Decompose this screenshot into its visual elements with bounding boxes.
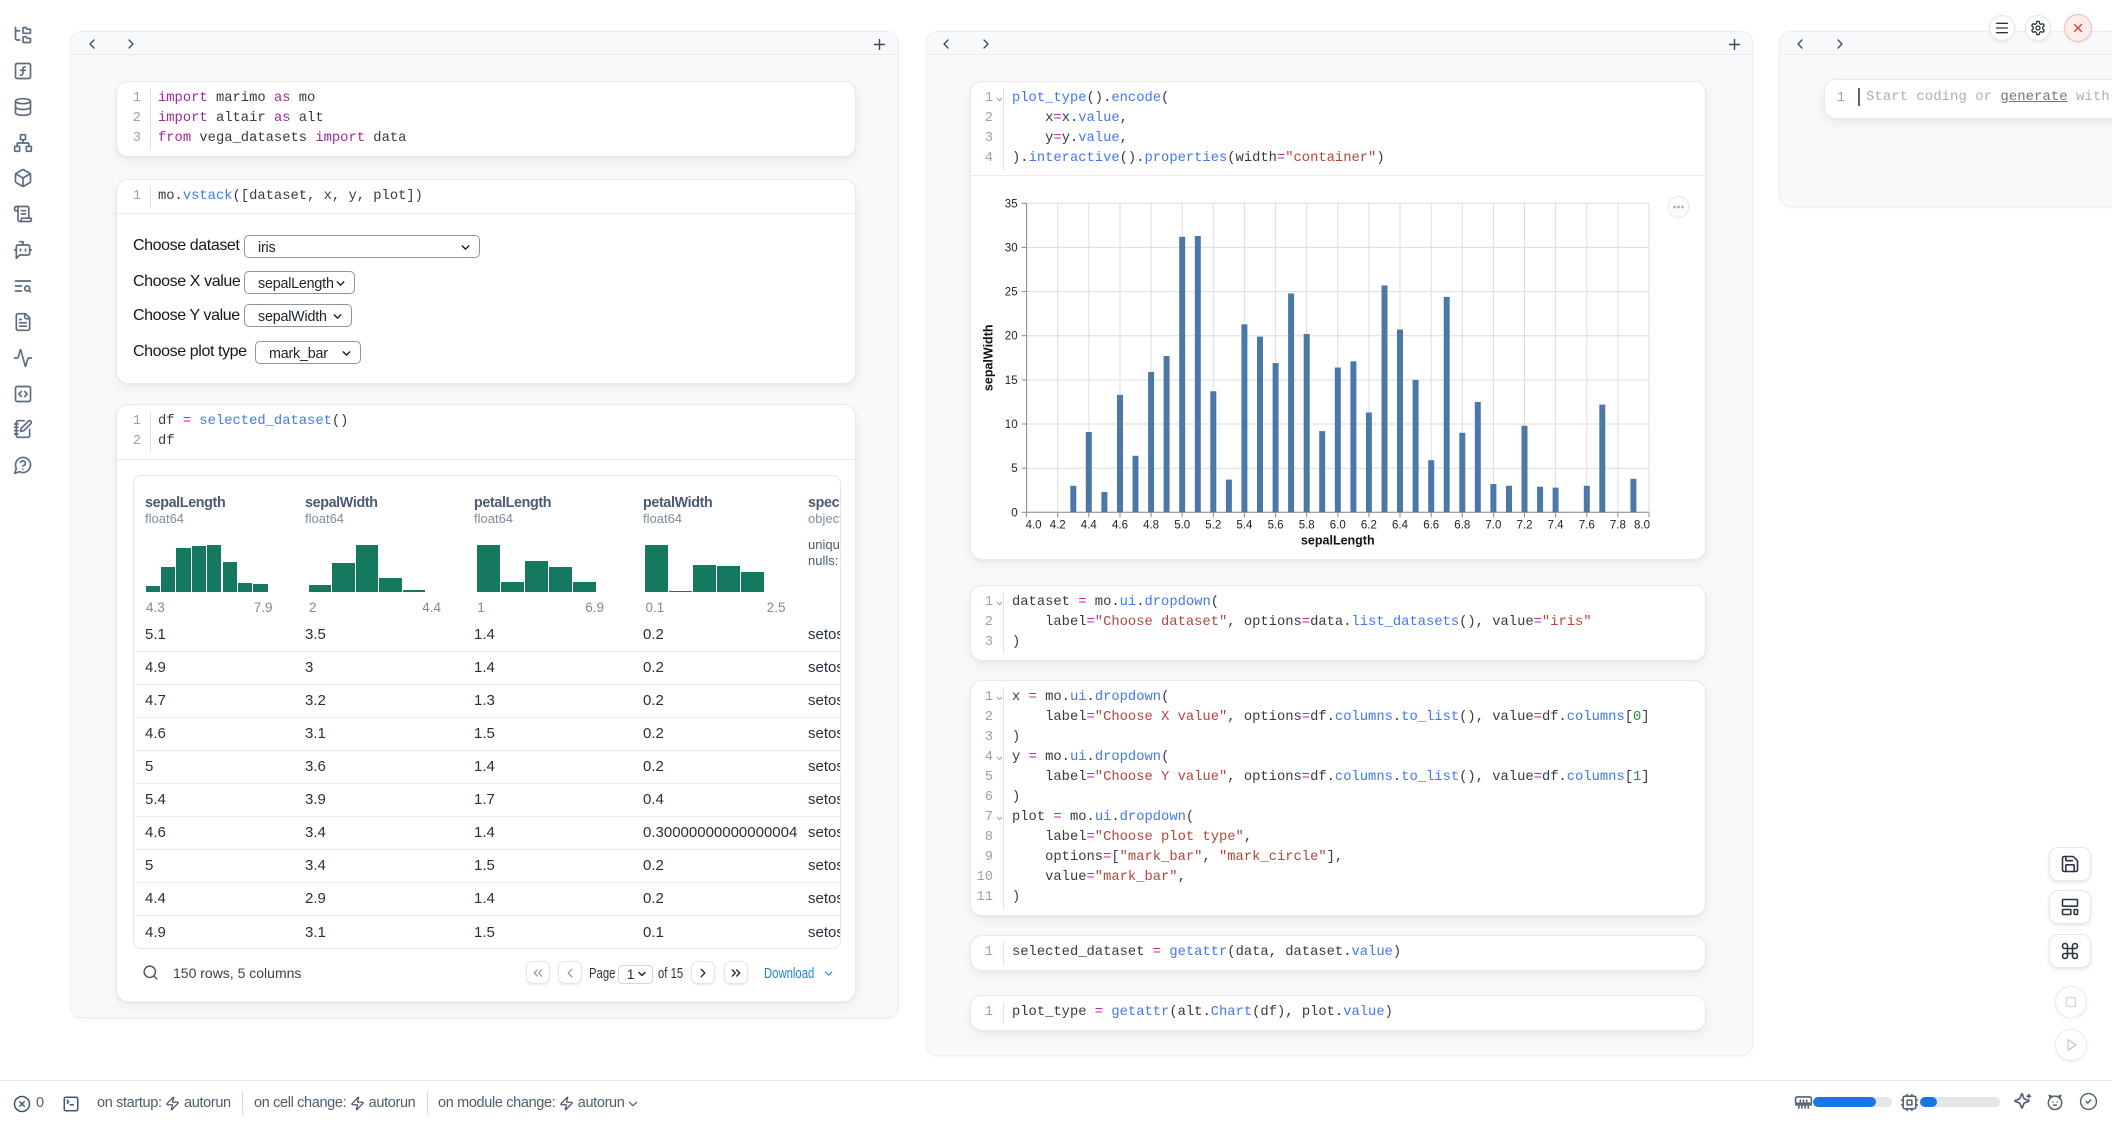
svg-text:10: 10: [1005, 419, 1018, 431]
svg-text:30: 30: [1005, 242, 1018, 254]
svg-text:5.4: 5.4: [1236, 519, 1253, 531]
svg-text:7.8: 7.8: [1610, 519, 1626, 531]
svg-text:6.8: 6.8: [1454, 519, 1470, 531]
svg-text:4.8: 4.8: [1143, 519, 1159, 531]
svg-text:6.4: 6.4: [1392, 519, 1409, 531]
svg-text:4.0: 4.0: [1026, 519, 1042, 531]
svg-text:5.6: 5.6: [1268, 519, 1284, 531]
svg-text:6.6: 6.6: [1423, 519, 1439, 531]
svg-text:4.6: 4.6: [1112, 519, 1128, 531]
svg-text:8.0: 8.0: [1634, 519, 1650, 531]
svg-text:25: 25: [1005, 287, 1018, 299]
svg-text:5.2: 5.2: [1205, 519, 1221, 531]
svg-text:6.0: 6.0: [1330, 519, 1346, 531]
svg-text:7.2: 7.2: [1517, 519, 1533, 531]
svg-text:5.0: 5.0: [1174, 519, 1190, 531]
svg-text:5: 5: [1011, 463, 1017, 475]
svg-text:7.6: 7.6: [1579, 519, 1595, 531]
svg-text:5.8: 5.8: [1299, 519, 1315, 531]
svg-text:6.2: 6.2: [1361, 519, 1377, 531]
svg-text:4.2: 4.2: [1050, 519, 1066, 531]
svg-text:20: 20: [1005, 331, 1018, 343]
svg-text:4.4: 4.4: [1081, 519, 1098, 531]
svg-text:sepalLength: sepalLength: [1301, 533, 1375, 547]
svg-text:sepalWidth: sepalWidth: [982, 325, 996, 392]
svg-text:35: 35: [1005, 198, 1018, 210]
svg-text:15: 15: [1005, 375, 1018, 387]
svg-text:7.4: 7.4: [1548, 519, 1565, 531]
svg-text:0: 0: [1011, 507, 1017, 519]
svg-text:7.0: 7.0: [1485, 519, 1501, 531]
